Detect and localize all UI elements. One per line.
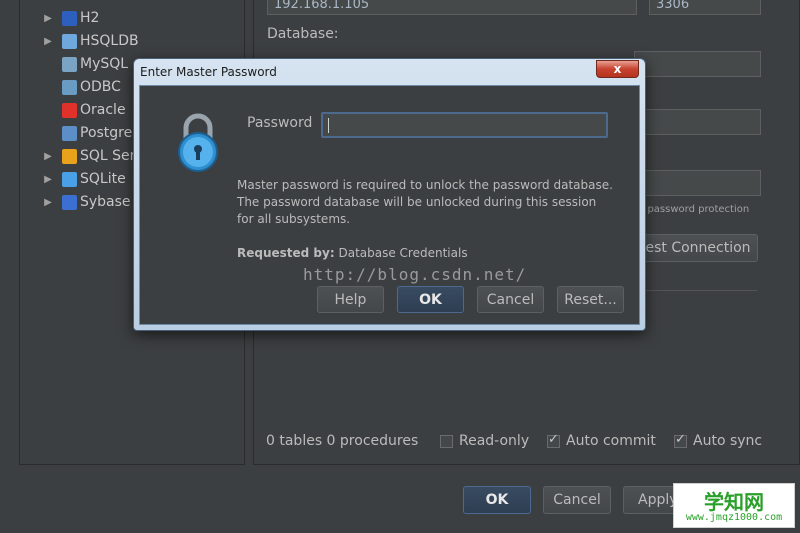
objects-summary: 0 tables 0 procedures (266, 433, 419, 449)
host-field[interactable]: 192.168.1.105 (267, 0, 637, 15)
logo-main-text: 学知网 (704, 490, 764, 514)
tree-item-label: Sybase (80, 194, 131, 210)
tree-item-label: HSQLDB (80, 33, 139, 49)
message-line-2: The password database will be unlocked d… (237, 195, 597, 209)
cancel-button[interactable]: Cancel (543, 486, 611, 514)
tree-item-h2[interactable]: ▶ H2 (19, 7, 245, 29)
user-field[interactable] (634, 109, 761, 135)
readonly-label: Read-only (459, 433, 530, 449)
password-label: Password (247, 115, 313, 131)
requested-by: Requested by: Database Credentials (237, 246, 468, 260)
expand-arrow-icon[interactable]: ▶ (43, 174, 53, 185)
lock-icon (173, 110, 223, 172)
sybase-icon (62, 194, 77, 210)
text-caret (328, 118, 329, 133)
database-label: Database: (267, 26, 339, 42)
port-field[interactable]: 3306 (649, 0, 761, 15)
readonly-checkbox[interactable] (440, 435, 453, 448)
close-icon: x (613, 62, 622, 76)
tree-item-label: ODBC (80, 79, 121, 95)
logo-sub-text: www.jmqz1000.com (685, 512, 783, 523)
tree-item-hsqldb[interactable]: ▶ HSQLDB (19, 30, 245, 52)
database-field[interactable] (634, 51, 761, 77)
divider (634, 290, 757, 291)
master-password-input[interactable] (321, 112, 608, 138)
hsqldb-icon (62, 33, 77, 49)
site-logo: 学知网 www.jmqz1000.com (673, 483, 795, 528)
sqlserver-icon (62, 148, 77, 164)
message-line-1: Master password is required to unlock th… (237, 178, 613, 192)
tree-item-label: SQL Ser (80, 148, 136, 164)
dialog-body: Password Master password is required to … (139, 85, 640, 325)
master-password-dialog: Enter Master Password x Password Master … (133, 58, 646, 331)
tree-item-label: MySQL (80, 56, 129, 72)
tree-item-label: Postgre (80, 125, 133, 141)
requested-by-label: Requested by: (237, 246, 335, 260)
dialog-cancel-button[interactable]: Cancel (477, 286, 544, 313)
test-connection-button[interactable]: est Connection (638, 234, 758, 262)
oracle-icon (62, 102, 77, 118)
sqlite-icon (62, 171, 77, 187)
expand-arrow-icon[interactable]: ▶ (43, 13, 53, 24)
odbc-icon (62, 79, 77, 95)
password-field[interactable] (634, 170, 761, 196)
autocommit-checkbox[interactable] (547, 432, 560, 448)
autosync-label: Auto sync (693, 433, 763, 449)
reset-button[interactable]: Reset... (557, 286, 624, 313)
tree-item-label: SQLite (80, 171, 126, 187)
ok-button[interactable]: OK (463, 486, 531, 514)
expand-arrow-icon[interactable]: ▶ (43, 36, 53, 47)
mysql-icon (62, 56, 77, 72)
watermark: http://blog.csdn.net/ (303, 265, 527, 284)
postgres-icon (62, 125, 77, 141)
close-button[interactable]: x (596, 60, 639, 78)
help-button[interactable]: Help (317, 286, 384, 313)
expand-arrow-icon[interactable]: ▶ (43, 197, 53, 208)
tree-item-label: Oracle (80, 102, 126, 118)
dialog-title: Enter Master Password (140, 65, 277, 79)
requested-by-value: Database Credentials (338, 246, 468, 260)
autocommit-label: Auto commit (566, 433, 656, 449)
autosync-checkbox[interactable] (674, 432, 687, 448)
port-value: 3306 (656, 0, 690, 12)
expand-arrow-icon[interactable]: ▶ (43, 151, 53, 162)
tree-item-label: H2 (80, 10, 100, 26)
message-line-3: for all subsystems. (237, 212, 351, 226)
dialog-ok-button[interactable]: OK (397, 286, 464, 313)
tree-item-partial-label: · · · (81, 0, 103, 6)
protection-note: er password protection (634, 204, 750, 215)
h2-icon (62, 10, 77, 26)
host-value: 192.168.1.105 (274, 0, 370, 12)
